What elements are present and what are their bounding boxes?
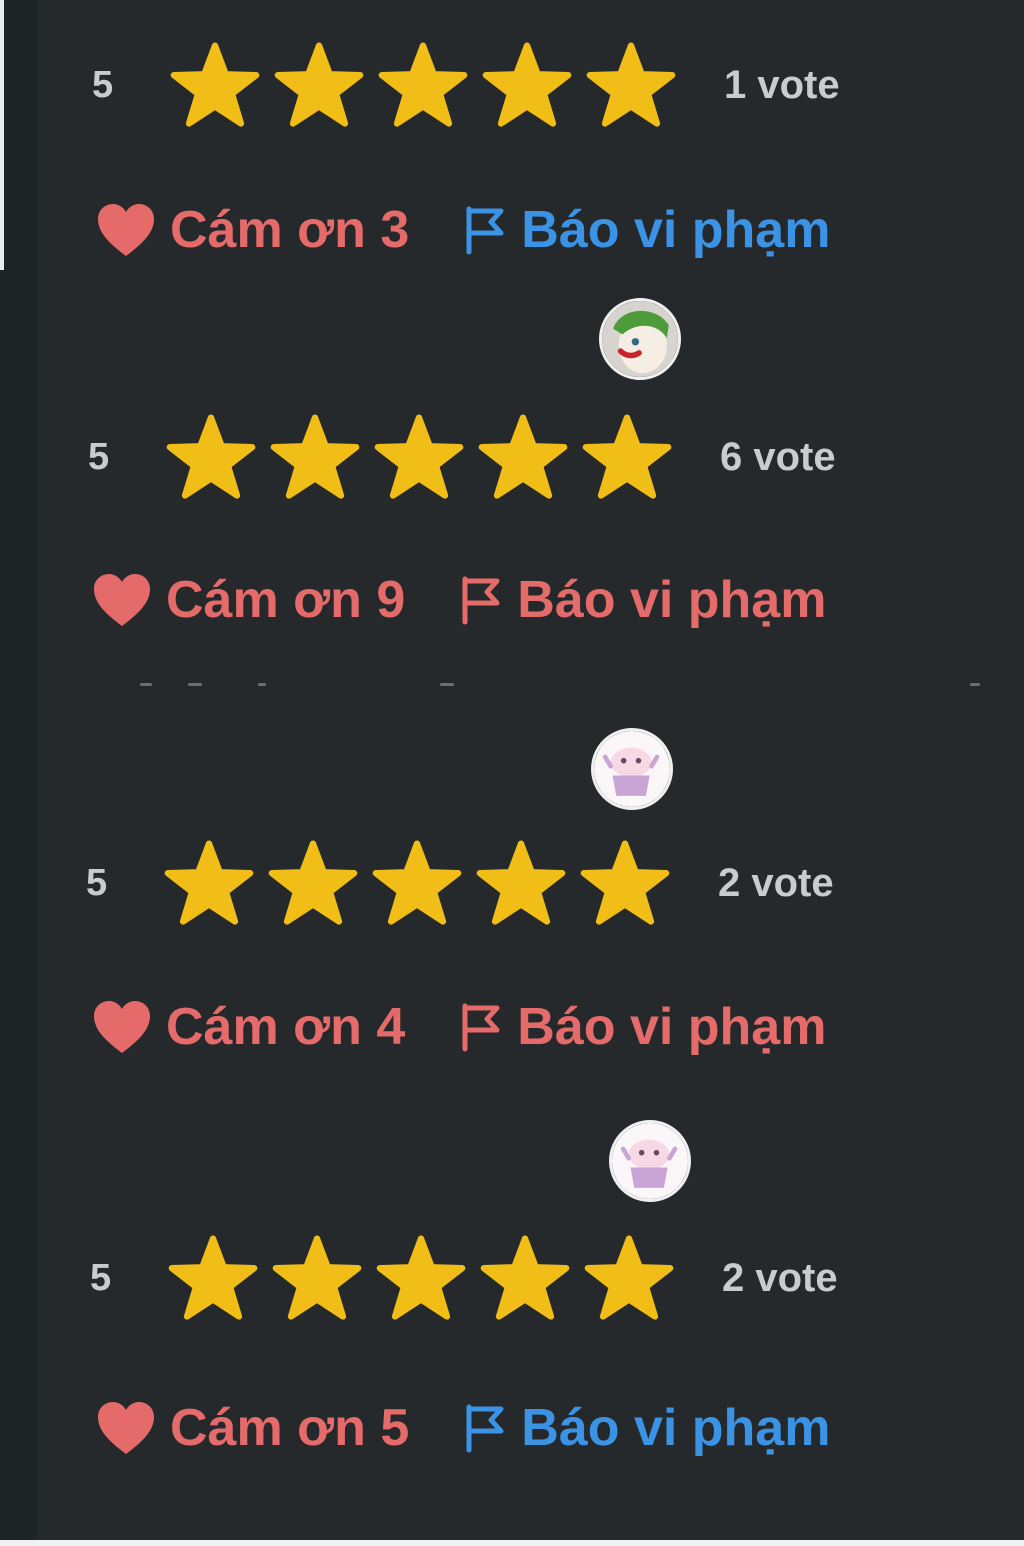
star-rating bbox=[166, 414, 672, 500]
star-icon bbox=[274, 42, 364, 127]
rating-row: 5 1 vote bbox=[92, 40, 840, 130]
star-icon bbox=[480, 1235, 570, 1320]
report-label: Báo vi phạm bbox=[521, 1399, 831, 1457]
heart-icon bbox=[98, 1402, 154, 1454]
rating-score: 5 bbox=[86, 861, 108, 904]
thanks-label: Cám ơn 5 bbox=[170, 1399, 410, 1457]
report-label: Báo vi phạm bbox=[517, 571, 827, 629]
rating-score: 5 bbox=[92, 63, 114, 106]
heart-icon bbox=[98, 204, 154, 256]
star-icon bbox=[378, 42, 468, 127]
flag-icon bbox=[466, 206, 504, 255]
heart-icon bbox=[94, 1001, 150, 1053]
star-icon bbox=[476, 840, 566, 925]
rating-row: 5 2 vote bbox=[86, 838, 834, 928]
star-icon bbox=[166, 414, 256, 499]
star-icon bbox=[580, 840, 670, 925]
thanks-button[interactable]: Cám ơn 5 bbox=[96, 1398, 409, 1458]
rating-row: 5 2 vote bbox=[90, 1233, 838, 1323]
star-icon bbox=[478, 414, 568, 499]
star-icon bbox=[164, 840, 254, 925]
star-rating bbox=[168, 1235, 674, 1321]
left-edge-highlight bbox=[0, 0, 4, 270]
star-icon bbox=[482, 42, 572, 127]
star-icon bbox=[582, 414, 672, 499]
thanks-label: Cám ơn 4 bbox=[166, 998, 406, 1056]
report-button[interactable]: Báo vi phạm bbox=[459, 570, 826, 630]
heart-icon bbox=[94, 574, 150, 626]
flag-icon bbox=[466, 1404, 504, 1453]
star-icon bbox=[272, 1235, 362, 1320]
thanks-button[interactable]: Cám ơn 3 bbox=[96, 200, 409, 260]
flag-icon bbox=[462, 1003, 500, 1052]
report-button[interactable]: Báo vi phạm bbox=[459, 997, 826, 1057]
rating-score: 5 bbox=[88, 435, 110, 478]
vote-count: 2 vote bbox=[722, 1255, 838, 1300]
action-row: Cám ơn 3 Báo vi phạm bbox=[96, 195, 830, 265]
bottom-edge bbox=[0, 1540, 1024, 1546]
star-rating bbox=[164, 840, 670, 926]
divider bbox=[140, 683, 980, 686]
vote-count: 2 vote bbox=[718, 860, 834, 905]
vote-count: 6 vote bbox=[720, 434, 836, 479]
report-label: Báo vi phạm bbox=[521, 201, 831, 259]
report-button[interactable]: Báo vi phạm bbox=[463, 1398, 830, 1458]
action-row: Cám ơn 4 Báo vi phạm bbox=[92, 992, 826, 1062]
thanks-label: Cám ơn 3 bbox=[170, 201, 410, 259]
action-row: Cám ơn 5 Báo vi phạm bbox=[96, 1393, 830, 1463]
thanks-label: Cám ơn 9 bbox=[166, 571, 406, 629]
star-icon bbox=[584, 1235, 674, 1320]
star-icon bbox=[376, 1235, 466, 1320]
report-label: Báo vi phạm bbox=[517, 998, 827, 1056]
star-icon bbox=[270, 414, 360, 499]
avatar[interactable] bbox=[599, 298, 681, 380]
vote-count: 1 vote bbox=[724, 62, 840, 107]
action-row: Cám ơn 9 Báo vi phạm bbox=[92, 565, 826, 635]
star-icon bbox=[372, 840, 462, 925]
avatar[interactable] bbox=[609, 1120, 691, 1202]
rating-score: 5 bbox=[90, 1256, 112, 1299]
star-icon bbox=[170, 42, 260, 127]
star-icon bbox=[374, 414, 464, 499]
thanks-button[interactable]: Cám ơn 4 bbox=[92, 997, 405, 1057]
flag-icon bbox=[462, 576, 500, 625]
star-rating bbox=[170, 42, 676, 128]
thanks-button[interactable]: Cám ơn 9 bbox=[92, 570, 405, 630]
report-button[interactable]: Báo vi phạm bbox=[463, 200, 830, 260]
star-icon bbox=[168, 1235, 258, 1320]
star-icon bbox=[268, 840, 358, 925]
left-edge-strip bbox=[0, 0, 38, 1546]
star-icon bbox=[586, 42, 676, 127]
rating-row: 5 6 vote bbox=[88, 412, 836, 502]
avatar[interactable] bbox=[591, 728, 673, 810]
